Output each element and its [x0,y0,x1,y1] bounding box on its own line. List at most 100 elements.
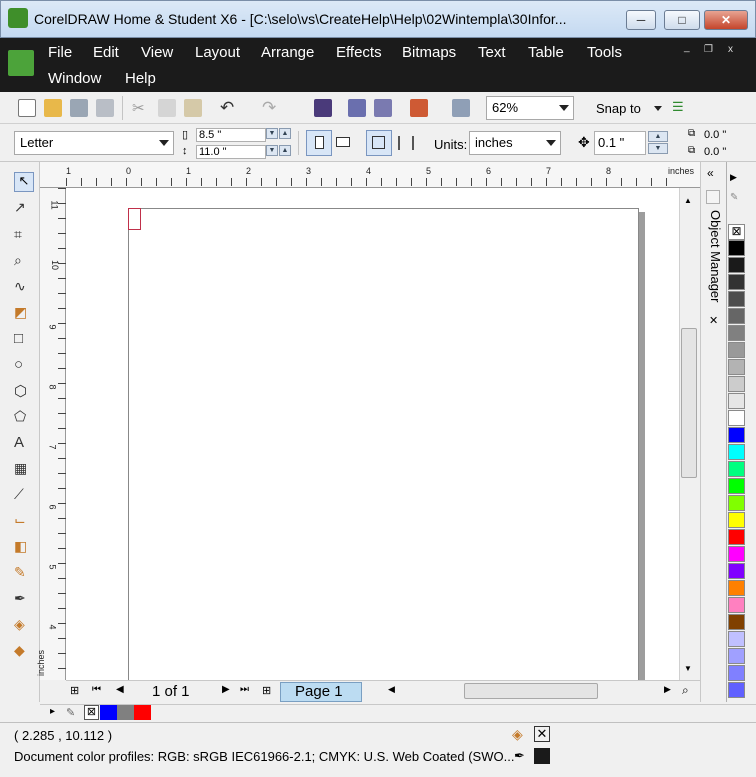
landscape-icon[interactable] [336,137,350,147]
nudge-distance-field[interactable]: 0.1 " [594,131,646,155]
add-page-before-icon[interactable]: ⊞ [70,684,79,697]
polygon-tool-icon[interactable]: ⬡ [14,382,34,402]
palette-swatch[interactable] [728,495,745,511]
table-tool-icon[interactable]: ▦ [14,460,34,480]
vertical-scroll-thumb[interactable] [681,328,697,478]
palette-swatch[interactable] [728,427,745,443]
menu-view[interactable]: View [141,44,173,61]
redo-icon[interactable]: ↷ [262,98,280,117]
connector-tool-icon[interactable]: ⌙ [14,512,34,532]
dimension-tool-icon[interactable]: ⟋ [14,486,34,506]
open-folder-icon[interactable] [44,99,62,117]
palette-swatch[interactable] [728,240,745,256]
doc-swatch-gray[interactable] [117,705,134,720]
application-launcher-icon[interactable] [410,99,428,117]
doc-palette-menu-icon[interactable]: ▸ [50,706,55,717]
all-pages-button[interactable] [366,130,392,156]
page-width-field[interactable]: 8.5 " [196,128,266,142]
palette-swatch[interactable] [728,665,745,681]
ellipse-tool-icon[interactable]: ○ [14,356,34,376]
no-color-swatch[interactable]: ⊠ [728,224,745,240]
scroll-right-icon[interactable]: ▶ [664,684,671,695]
menu-arrange[interactable]: Arrange [261,44,314,61]
menu-edit[interactable]: Edit [93,44,119,61]
last-page-icon[interactable]: ⏭ [240,684,249,695]
paste-icon[interactable] [184,99,202,117]
color-profiles-text[interactable]: Document color profiles: RGB: sRGB IEC61… [14,749,514,764]
first-page-icon[interactable]: ⏮ [92,684,101,695]
palette-swatch[interactable] [728,444,745,460]
units-dropdown[interactable]: inches [469,131,561,155]
mdi-minimize-button[interactable]: _ [684,42,690,53]
publish-icon[interactable] [374,99,392,117]
portrait-button[interactable] [306,130,332,156]
width-spin-up[interactable]: ▲ [279,128,291,139]
palette-swatch[interactable] [728,274,745,290]
fill-status-icon[interactable]: ◈ [512,726,523,743]
zoom-tool-icon[interactable]: ⌕ [14,252,34,272]
text-tool-icon[interactable]: A [14,434,34,454]
palette-swatch[interactable] [728,478,745,494]
document-page[interactable] [128,208,639,688]
doc-no-color-swatch[interactable]: ⊠ [84,705,99,720]
fill-none-swatch[interactable]: ✕ [534,726,550,742]
welcome-screen-icon[interactable] [452,99,470,117]
duplicate-x-field[interactable]: 0.0 " [704,129,726,141]
scroll-left-icon[interactable]: ◀ [388,684,395,695]
add-page-after-icon[interactable]: ⊞ [262,684,271,697]
import-icon[interactable] [314,99,332,117]
nudge-spin-up[interactable]: ▲ [648,131,668,142]
palette-eyedropper-icon[interactable]: ✎ [730,192,738,203]
palette-swatch[interactable] [728,580,745,596]
docker-close-icon[interactable]: ✕ [709,314,718,327]
cut-icon[interactable]: ✂ [132,99,150,117]
rectangle-tool-icon[interactable]: □ [14,330,34,350]
zoom-navigator-icon[interactable]: ⌕ [682,683,689,698]
palette-swatch[interactable] [728,393,745,409]
horizontal-scroll-thumb[interactable] [464,683,598,699]
maximize-button[interactable]: □ [664,10,700,30]
palette-swatch[interactable] [728,257,745,273]
scroll-up-icon[interactable]: ▲ [684,196,692,205]
palette-swatch[interactable] [728,376,745,392]
height-spin-down[interactable]: ▼ [266,145,278,156]
close-button[interactable]: ✕ [704,10,748,30]
freehand-tool-icon[interactable]: ∿ [14,278,34,298]
palette-swatch[interactable] [728,648,745,664]
blend-tool-icon[interactable]: ◧ [14,538,34,558]
nudge-spin-down[interactable]: ▼ [648,143,668,154]
save-icon[interactable] [70,99,88,117]
coreldraw-app-icon[interactable] [8,8,28,28]
next-page-icon[interactable]: ▶ [222,684,230,695]
outline-pen-tool-icon[interactable]: ✒ [14,590,34,610]
page-counter[interactable]: 1 of 1 [152,683,190,700]
previous-page-icon[interactable]: ◀ [116,684,124,695]
palette-swatch[interactable] [728,325,745,341]
palette-swatch[interactable] [728,308,745,324]
mdi-close-button[interactable]: x [728,44,733,55]
pick-tool-icon[interactable]: ↖ [14,172,34,192]
palette-swatch[interactable] [728,563,745,579]
palette-scroll-up-icon[interactable]: ▶ [730,172,737,183]
outline-status-icon[interactable]: ✒ [514,748,525,764]
zoom-level-dropdown[interactable]: 62% [486,96,574,120]
new-document-icon[interactable] [18,99,36,117]
undo-icon[interactable]: ↶ [220,98,238,117]
palette-swatch[interactable] [728,461,745,477]
doc-swatch-red[interactable] [134,705,151,720]
outline-color-swatch[interactable] [534,748,550,764]
docker-collapse-icon[interactable]: « [707,166,714,180]
page-height-field[interactable]: 11.0 " [196,145,266,159]
interactive-fill-tool-icon[interactable]: ◆ [14,642,34,662]
snap-to-label[interactable]: Snap to [596,101,641,116]
palette-swatch[interactable] [728,342,745,358]
object-manager-tab[interactable]: Object Manager [703,210,723,310]
fill-tool-icon[interactable]: ◈ [14,616,34,636]
shape-tool-icon[interactable]: ↗ [14,199,34,219]
palette-swatch[interactable] [728,546,745,562]
menu-bitmaps[interactable]: Bitmaps [402,44,456,61]
page-size-dropdown[interactable]: Letter [14,131,174,155]
basic-shapes-tool-icon[interactable]: ⬠ [14,408,34,428]
menu-table[interactable]: Table [528,44,564,61]
print-icon[interactable] [96,99,114,117]
